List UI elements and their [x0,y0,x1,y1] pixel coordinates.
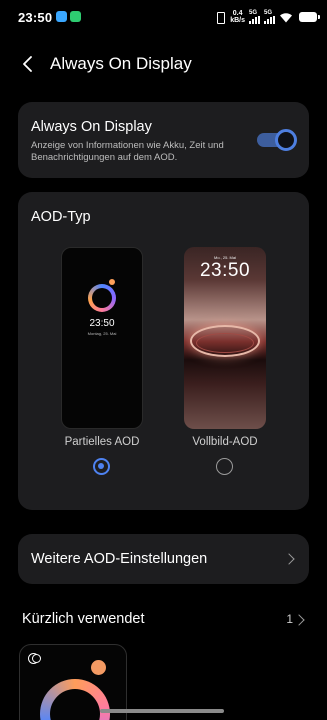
sim2-signal-icon: 5G [264,10,275,24]
aod-toggle-description: Anzeige von Informationen wie Akku, Zeit… [31,140,224,163]
aod-dot-graphic [109,279,115,285]
network-speed-unit: kB/s [230,17,245,24]
more-aod-settings-row[interactable]: Weitere AOD-Einstellungen [18,534,309,584]
aod-toggle-switch[interactable] [257,129,297,151]
aod-type-title: AOD-Typ [31,209,91,225]
chat-notification-icon [70,11,81,22]
wallpaper-inner-ring-graphic [196,333,254,353]
aod-toggle-title: Always On Display [31,119,152,135]
switch-knob [275,129,297,151]
aod-type-card: AOD-Typ 23:50 Montag, 25. Mai Mo., 25. M… [18,192,309,510]
aod-toggle-card[interactable]: Always On Display Anzeige von Informatio… [18,102,309,178]
status-icons: 0.4 kB/s 5G 5G [214,9,320,25]
partial-aod-preview[interactable]: 23:50 Montag, 25. Mai [61,247,143,429]
sim1-signal-icon: 5G [249,10,260,24]
recent-count: 1 [286,612,293,626]
partial-preview-date: Montag, 25. Mai [87,331,117,336]
recent-section-title: Kürzlich verwendet [22,611,145,627]
status-bar: 23:50 0.4 kB/s 5G 5G [0,0,327,36]
fullscreen-aod-radio[interactable] [216,458,233,475]
partial-aod-label: Partielles AOD [64,436,140,448]
wifi-icon [280,13,292,23]
back-button[interactable] [16,52,40,76]
more-aod-settings-label: Weitere AOD-Einstellungen [31,551,208,567]
recent-chevron-right-icon[interactable] [293,614,305,626]
aod-dot-graphic [91,660,106,675]
chevron-left-icon [23,56,32,72]
overlap-circles-icon [28,653,42,664]
network-speed: 0.4 kB/s [230,10,245,24]
aod-ring-graphic [40,679,110,720]
partial-aod-radio[interactable] [93,458,110,475]
message-notification-icon [56,11,67,22]
network-speed-value: 0.4 [232,10,243,17]
aod-ring-graphic [88,284,116,312]
battery-icon [299,12,320,22]
fullscreen-aod-preview[interactable]: Mo., 25. Mai 23:50 [184,247,266,429]
fullscreen-aod-label: Vollbild-AOD [192,436,258,448]
chevron-right-icon [283,553,295,565]
vibrate-icon [214,12,226,24]
screen: 23:50 0.4 kB/s 5G 5G Always On Display A… [0,0,327,720]
page-title: Always On Display [50,54,192,73]
partial-preview-time: 23:50 [89,318,115,329]
home-indicator[interactable] [100,709,224,713]
status-time: 23:50 [18,10,53,25]
full-preview-time: 23:50 [199,260,251,281]
